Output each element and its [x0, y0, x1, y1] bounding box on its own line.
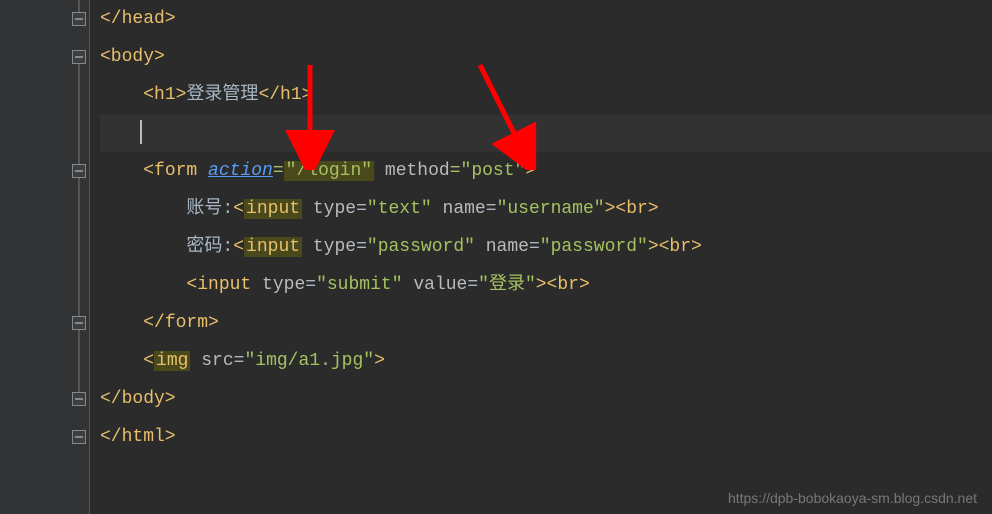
- text-cursor: [140, 120, 142, 144]
- code-line: </body>: [100, 380, 992, 418]
- fold-marker[interactable]: [72, 392, 86, 406]
- code-area[interactable]: </head> <body> <h1>登录管理</h1> <form actio…: [90, 0, 992, 514]
- fold-marker[interactable]: [72, 50, 86, 64]
- watermark: https://dpb-bobokaoya-sm.blog.csdn.net: [728, 490, 977, 506]
- code-line: </head>: [100, 0, 992, 38]
- editor-container: </head> <body> <h1>登录管理</h1> <form actio…: [0, 0, 992, 514]
- highlighted-login: "/login": [284, 161, 374, 181]
- code-line: </form>: [100, 304, 992, 342]
- code-line: <img src="img/a1.jpg">: [100, 342, 992, 380]
- highlighted-input: input: [244, 237, 302, 257]
- gutter: [0, 0, 90, 514]
- code-line: 密码:<input type="password" name="password…: [100, 228, 992, 266]
- code-line: <input type="submit" value="登录"><br>: [100, 266, 992, 304]
- highlighted-input: input: [244, 199, 302, 219]
- code-line: </html>: [100, 418, 992, 456]
- code-line: <body>: [100, 38, 992, 76]
- code-line: <h1>登录管理</h1>: [100, 76, 992, 114]
- fold-marker[interactable]: [72, 12, 86, 26]
- highlighted-img: img: [154, 351, 190, 371]
- fold-marker[interactable]: [72, 316, 86, 330]
- code-line-active: [100, 114, 992, 152]
- code-line: <form action="/login" method="post">: [100, 152, 992, 190]
- action-attribute[interactable]: action: [208, 161, 273, 181]
- fold-marker[interactable]: [72, 164, 86, 178]
- code-line: 账号:<input type="text" name="username"><b…: [100, 190, 992, 228]
- fold-marker[interactable]: [72, 430, 86, 444]
